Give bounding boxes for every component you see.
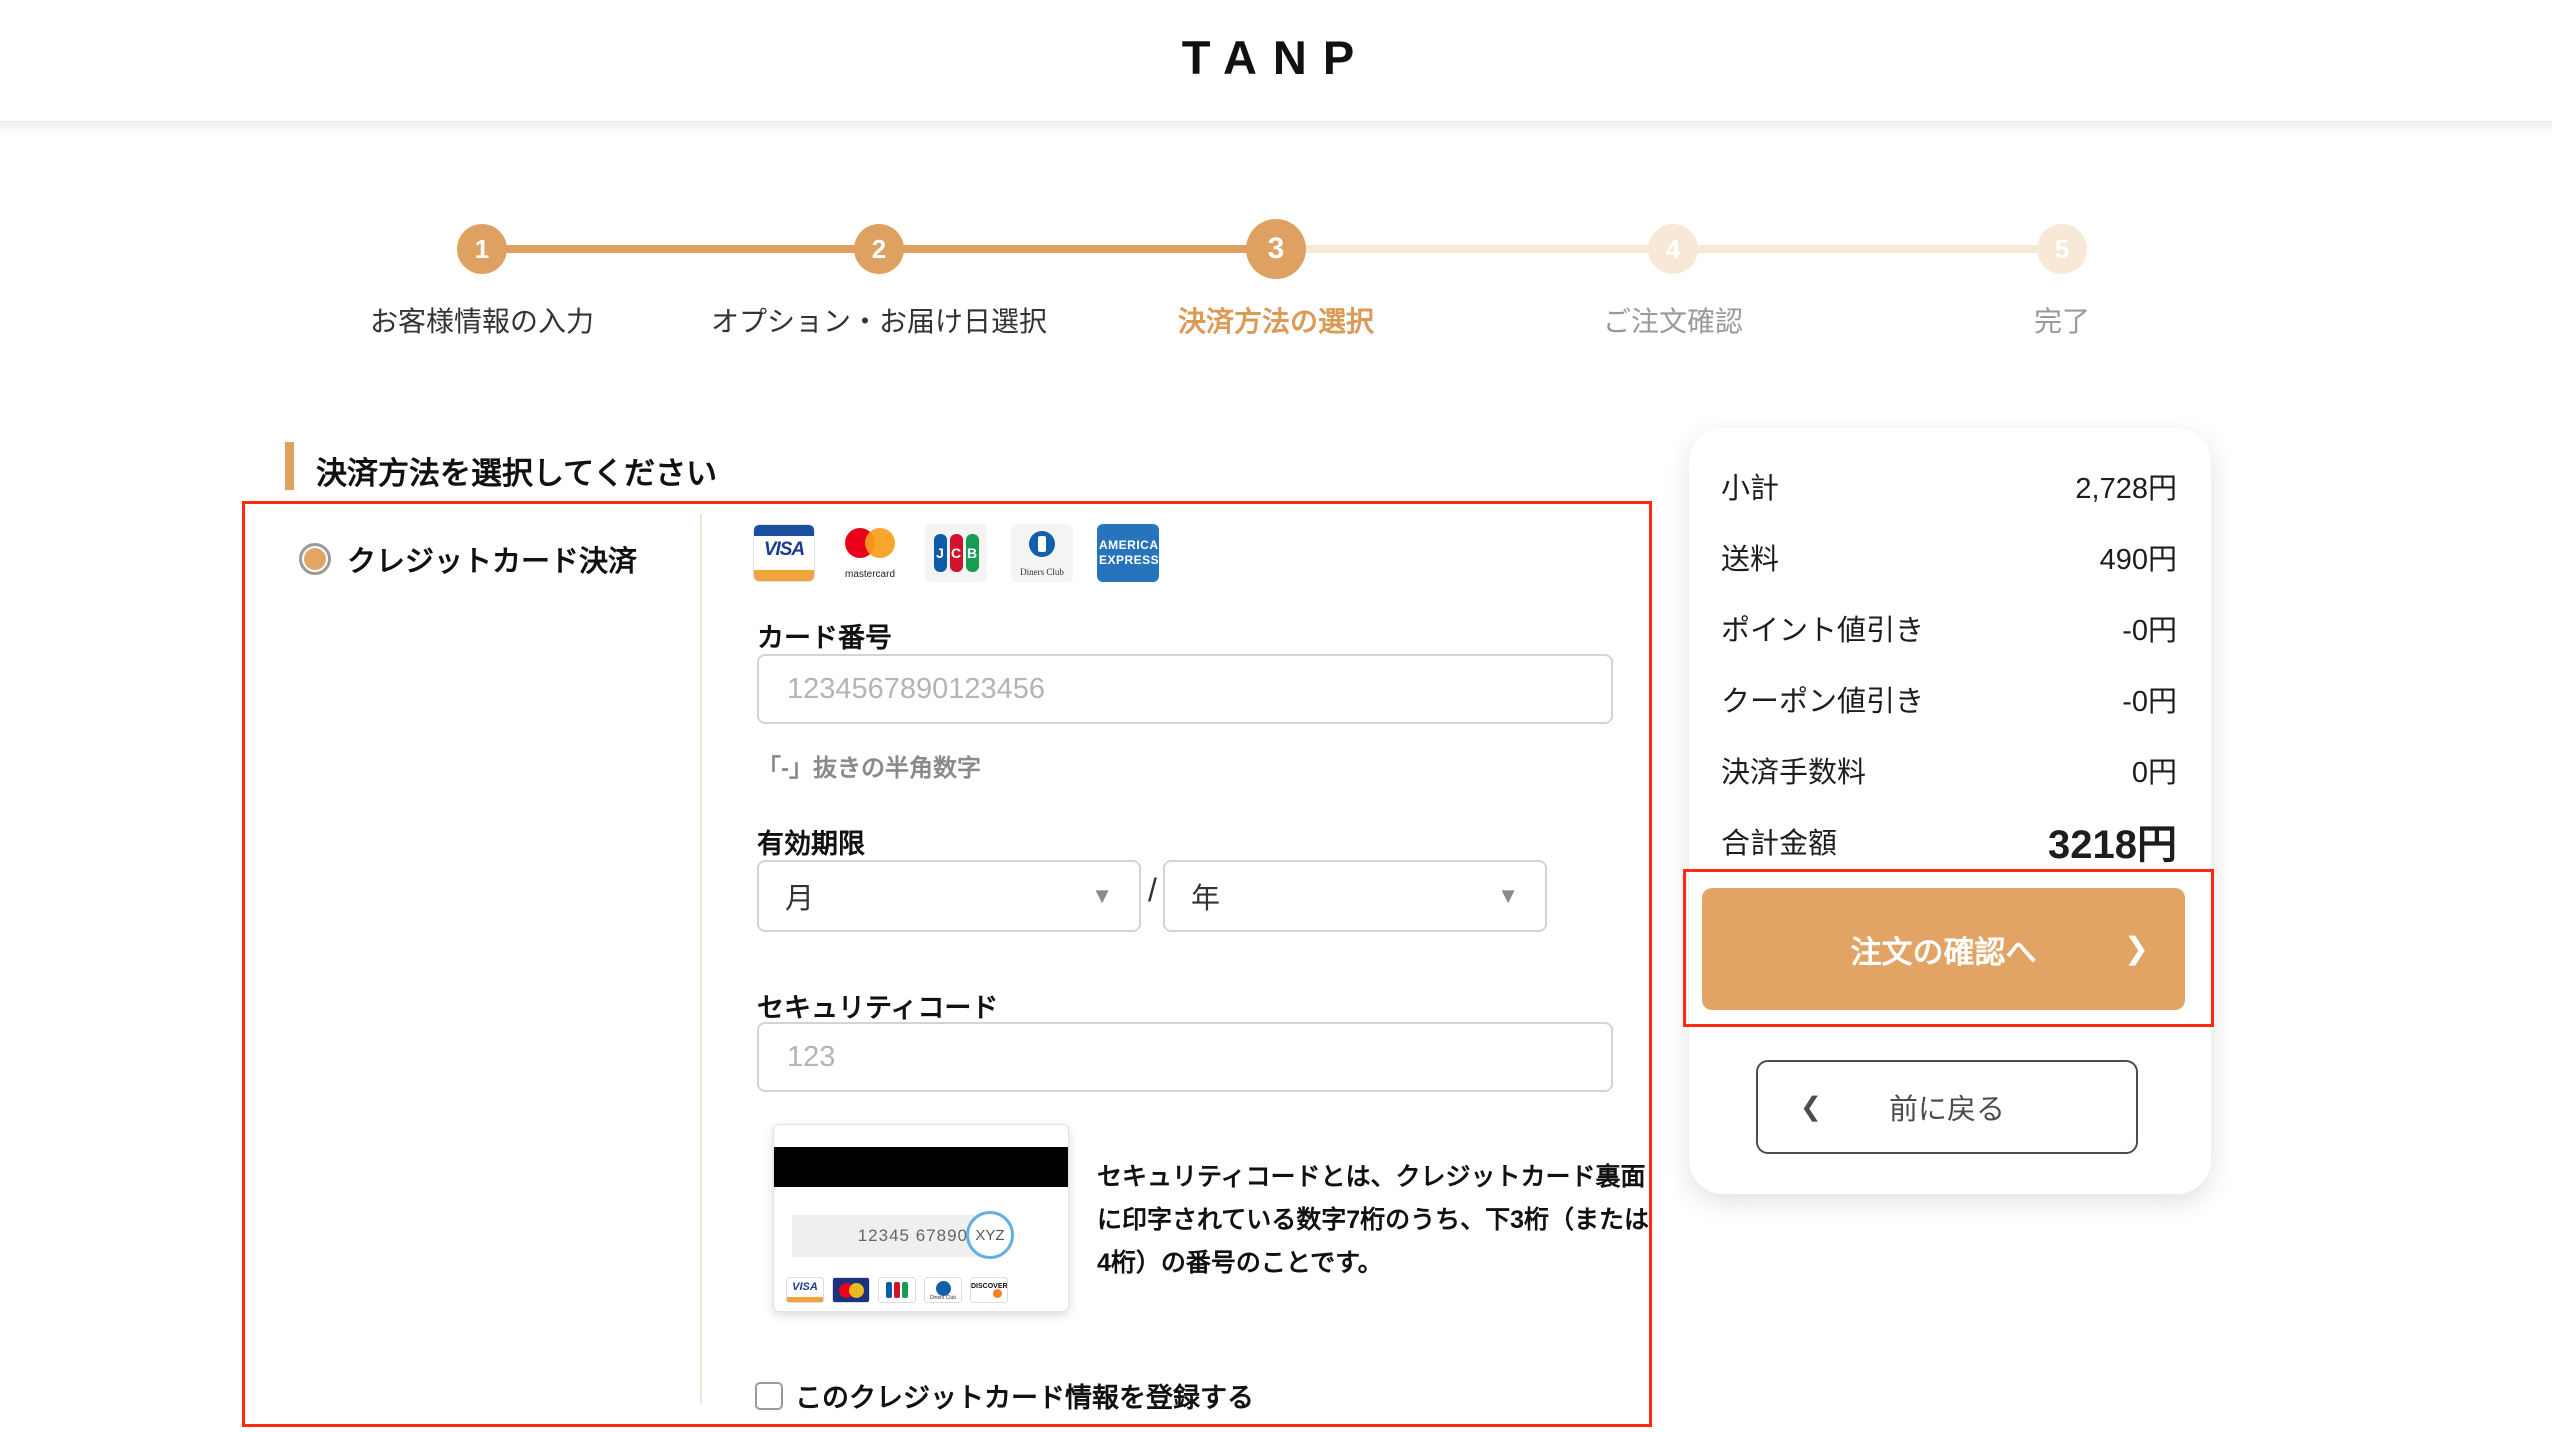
mastercard-mini-icon bbox=[832, 1277, 870, 1303]
header: TANP bbox=[0, 0, 2552, 122]
coupon-discount-value: -0円 bbox=[2122, 678, 2177, 720]
jcb-icon: J C B bbox=[925, 524, 987, 582]
page-title: 決済方法を選択してください bbox=[316, 448, 717, 493]
security-code-label: セキュリティコード bbox=[757, 986, 998, 1025]
card-number-helper-text: 「-」抜きの半角数字 bbox=[757, 748, 981, 783]
diners-club-mini-icon: Diners Club bbox=[924, 1277, 962, 1303]
order-summary-rows: 小計 2,728円 送料 490円 ポイント値引き -0円 クーポン値引き -0… bbox=[1689, 450, 2211, 876]
panel-divider bbox=[700, 514, 702, 1404]
summary-row-payment-fee: 決済手数料 0円 bbox=[1721, 734, 2177, 805]
confirm-order-button[interactable]: 注文の確認へ ❯ bbox=[1702, 888, 2185, 1010]
step-1-label: お客様情報の入力 bbox=[262, 300, 702, 340]
chevron-right-icon: ❯ bbox=[2124, 932, 2149, 967]
security-code-description: セキュリティコードとは、クレジットカード裏面に印字されている数字7桁のうち、下3… bbox=[1097, 1156, 1653, 1285]
visa-icon: VISA bbox=[753, 524, 815, 582]
cvc-highlight-circle: XYZ bbox=[966, 1211, 1014, 1259]
radio-selected-dot bbox=[304, 548, 326, 570]
mastercard-icon: mastercard bbox=[839, 524, 901, 582]
shipping-label: 送料 bbox=[1721, 536, 1779, 578]
chevron-left-icon: ❮ bbox=[1800, 1092, 1822, 1123]
chevron-down-icon: ▼ bbox=[1497, 883, 1519, 909]
save-card-label: このクレジットカード情報を登録する bbox=[795, 1376, 1254, 1415]
expiry-year-value: 年 bbox=[1191, 875, 1220, 917]
expiry-month-select[interactable]: 月 ▼ bbox=[757, 860, 1141, 932]
step-1-circle: 1 bbox=[457, 224, 507, 274]
points-discount-value: -0円 bbox=[2122, 607, 2177, 649]
chevron-down-icon: ▼ bbox=[1091, 883, 1113, 909]
card-number-input[interactable] bbox=[757, 654, 1613, 724]
visa-mini-icon: VISA bbox=[786, 1277, 824, 1303]
payment-fee-value: 0円 bbox=[2132, 749, 2177, 791]
credit-card-radio[interactable] bbox=[299, 543, 331, 575]
accepted-card-brands: VISA mastercard J C B Diners Club AMERIC… bbox=[753, 524, 1159, 582]
diners-club-icon: Diners Club bbox=[1011, 524, 1073, 582]
step-4-circle: 4 bbox=[1648, 224, 1698, 274]
discover-mini-icon: DISCOVER bbox=[970, 1277, 1008, 1303]
step-4-label: ご注文確認 bbox=[1453, 300, 1893, 340]
subtotal-value: 2,728円 bbox=[2075, 465, 2177, 507]
coupon-discount-label: クーポン値引き bbox=[1721, 678, 1924, 720]
shipping-value: 490円 bbox=[2100, 536, 2177, 578]
step-2-label: オプション・お届け日選択 bbox=[659, 300, 1099, 340]
points-discount-label: ポイント値引き bbox=[1721, 607, 1924, 649]
summary-row-points-discount: ポイント値引き -0円 bbox=[1721, 592, 2177, 663]
expiry-label: 有効期限 bbox=[757, 822, 865, 861]
credit-card-radio-label: クレジットカード決済 bbox=[347, 538, 637, 580]
subtotal-label: 小計 bbox=[1721, 465, 1779, 507]
save-card-row[interactable]: このクレジットカード情報を登録する bbox=[755, 1376, 1254, 1415]
step-3-circle: 3 bbox=[1246, 219, 1306, 279]
payment-fee-label: 決済手数料 bbox=[1721, 749, 1866, 791]
jcb-mini-icon bbox=[878, 1277, 916, 1303]
step-2-circle: 2 bbox=[854, 224, 904, 274]
american-express-icon: AMERICAN EXPRESS bbox=[1097, 524, 1159, 582]
back-button[interactable]: 前に戻る ❮ bbox=[1756, 1060, 2138, 1154]
summary-row-coupon-discount: クーポン値引き -0円 bbox=[1721, 663, 2177, 734]
card-back-illustration: 12345 67890 XYZ VISA Diners Club bbox=[773, 1124, 1069, 1312]
expiry-year-select[interactable]: 年 ▼ bbox=[1163, 860, 1547, 932]
payment-method-panel: クレジットカード決済 VISA mastercard J C B Diners … bbox=[242, 501, 1652, 1427]
summary-row-total: 合計金額 3218円 bbox=[1721, 805, 2177, 876]
tanp-logo[interactable]: TANP bbox=[0, 0, 2552, 122]
back-button-label: 前に戻る bbox=[1889, 1094, 2005, 1126]
total-value: 3218円 bbox=[2048, 812, 2177, 870]
total-label: 合計金額 bbox=[1721, 820, 1837, 862]
step-5-circle: 5 bbox=[2037, 224, 2087, 274]
card-back-brand-row: VISA Diners Club DISCOVER bbox=[786, 1277, 1008, 1303]
security-code-input[interactable] bbox=[757, 1022, 1613, 1092]
expiry-separator: / bbox=[1148, 872, 1157, 909]
summary-row-shipping: 送料 490円 bbox=[1721, 521, 2177, 592]
magnetic-stripe bbox=[774, 1147, 1068, 1187]
save-card-checkbox[interactable] bbox=[755, 1382, 783, 1410]
card-number-label: カード番号 bbox=[757, 616, 892, 655]
payment-method-credit-card[interactable]: クレジットカード決済 bbox=[299, 538, 637, 580]
summary-row-subtotal: 小計 2,728円 bbox=[1721, 450, 2177, 521]
section-title-accent-bar bbox=[285, 442, 294, 490]
expiry-month-value: 月 bbox=[785, 875, 814, 917]
confirm-order-label: 注文の確認へ bbox=[1851, 935, 2037, 970]
step-5-label: 完了 bbox=[1842, 300, 2282, 340]
signature-strip: 12345 67890 bbox=[792, 1215, 978, 1257]
checkout-page: TANP 1 2 3 4 5 お客様情報の入力 オプション・お届け日選択 決済方… bbox=[0, 0, 2552, 1432]
step-3-label: 決済方法の選択 bbox=[1056, 300, 1496, 340]
